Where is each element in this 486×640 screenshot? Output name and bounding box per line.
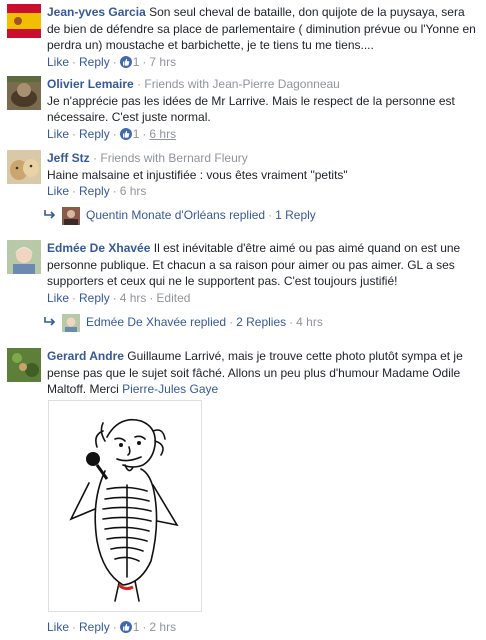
edited-label[interactable]: Edited bbox=[156, 291, 190, 305]
comment-timestamp[interactable]: 7 hrs bbox=[149, 55, 176, 69]
comment-text: Olivier Lemaire · Friends with Jean-Pier… bbox=[47, 76, 478, 93]
reply-author[interactable]: Quentin Monate d'Orléans bbox=[86, 208, 226, 222]
comment-text: Jean-yves Garcia Son seul cheval de bata… bbox=[47, 4, 478, 54]
like-button[interactable]: Like bbox=[47, 291, 69, 305]
like-button[interactable]: Like bbox=[47, 127, 69, 141]
mini-avatar bbox=[62, 313, 80, 332]
reply-count[interactable]: 1 Reply bbox=[275, 208, 316, 222]
comment-text: Gerard Andre Guillaume Larrivé, mais je … bbox=[47, 348, 478, 398]
comment-timestamp[interactable]: 6 hrs bbox=[120, 184, 147, 198]
replies-summary[interactable]: Quentin Monate d'Orléans replied · 1 Reply bbox=[44, 206, 316, 225]
comment-timestamp[interactable]: 6 hrs bbox=[149, 127, 176, 141]
replies-summary[interactable]: Edmée De Xhavée replied · 2 Replies · 4 hrs bbox=[44, 313, 323, 332]
reply-verb: replied bbox=[229, 208, 266, 222]
like-thumb-icon[interactable] bbox=[119, 55, 132, 68]
attached-photo[interactable] bbox=[48, 400, 202, 612]
avatar[interactable] bbox=[7, 76, 41, 110]
comment-actions: Like · Reply · 1 · 2 hrs bbox=[47, 620, 177, 634]
reaction-count[interactable]: 1 bbox=[133, 127, 140, 141]
reply-arrow-icon bbox=[44, 314, 60, 332]
comment-author[interactable]: Jeff Stz bbox=[47, 151, 90, 165]
reaction-count[interactable]: 1 bbox=[133, 620, 140, 634]
comment-author[interactable]: Edmée De Xhavée bbox=[47, 241, 150, 255]
comment-author[interactable]: Jean-yves Garcia bbox=[47, 5, 146, 19]
comment-author[interactable]: Olivier Lemaire bbox=[47, 77, 134, 91]
mention-link[interactable]: Pierre-Jules Gaye bbox=[122, 382, 218, 396]
like-button[interactable]: Like bbox=[47, 184, 69, 198]
friends-with-label: · Friends with Jean-Pierre Dagonneau bbox=[137, 77, 340, 91]
comment-text: Jeff Stz · Friends with Bernard Fleury bbox=[47, 150, 478, 167]
comment-actions: Like · Reply · 4 hrs · Edited bbox=[47, 290, 191, 305]
reply-button[interactable]: Reply bbox=[79, 55, 110, 69]
comment-author[interactable]: Gerard Andre bbox=[47, 349, 124, 363]
avatar[interactable] bbox=[7, 150, 41, 184]
avatar[interactable] bbox=[7, 240, 41, 274]
like-thumb-icon[interactable] bbox=[119, 127, 132, 140]
reply-button[interactable]: Reply bbox=[79, 620, 110, 634]
friends-with-label: · Friends with Bernard Fleury bbox=[93, 151, 248, 165]
comment-text: Edmée De Xhavée Il est inévitable d'être… bbox=[47, 240, 478, 290]
like-button[interactable]: Like bbox=[47, 620, 69, 634]
comment-timestamp[interactable]: 4 hrs bbox=[120, 291, 147, 305]
comment-actions: Like · Reply · 1 · 7 hrs bbox=[47, 54, 177, 69]
caricature-drawing bbox=[69, 418, 179, 602]
reply-arrow-icon bbox=[44, 207, 60, 225]
avatar[interactable] bbox=[7, 4, 41, 38]
comment-timestamp[interactable]: 2 hrs bbox=[149, 620, 176, 634]
mini-avatar bbox=[62, 206, 80, 225]
comment-actions: Like · Reply · 1 · 6 hrs bbox=[47, 126, 177, 141]
comment-body: Haine malsaine et injustifiée : vous ête… bbox=[47, 167, 348, 182]
comment-body: Je n'apprécie pas les idées de Mr Larriv… bbox=[47, 93, 455, 125]
reply-verb: replied bbox=[190, 315, 227, 329]
reply-button[interactable]: Reply bbox=[79, 127, 110, 141]
like-button[interactable]: Like bbox=[47, 55, 69, 69]
like-thumb-icon[interactable] bbox=[119, 621, 132, 633]
comment-actions: Like · Reply · 6 hrs bbox=[47, 184, 147, 198]
avatar[interactable] bbox=[7, 348, 41, 382]
reply-author[interactable]: Edmée De Xhavée bbox=[86, 315, 187, 329]
reply-button[interactable]: Reply bbox=[79, 184, 110, 198]
reaction-count[interactable]: 1 bbox=[133, 55, 140, 69]
reply-count[interactable]: 2 Replies bbox=[236, 315, 286, 329]
reply-button[interactable]: Reply bbox=[79, 291, 110, 305]
reply-timestamp[interactable]: 4 hrs bbox=[296, 315, 323, 329]
